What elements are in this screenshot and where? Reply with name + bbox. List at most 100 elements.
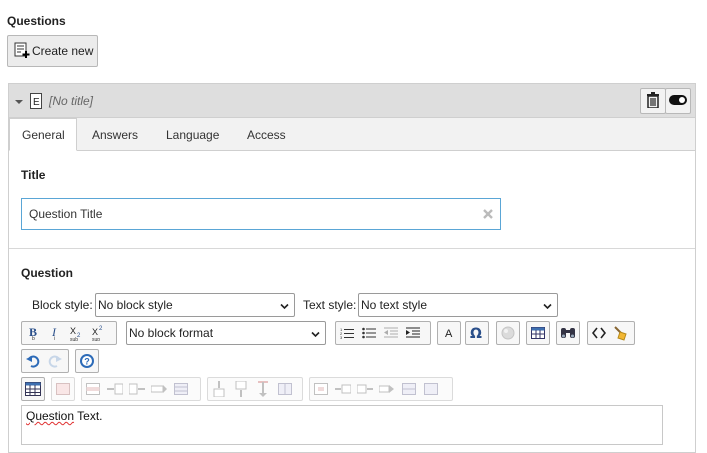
merge-cell-button[interactable] bbox=[420, 378, 442, 400]
unordered-list-icon bbox=[362, 326, 376, 340]
find-replace-icon bbox=[560, 326, 576, 340]
bold-icon: Bb bbox=[26, 325, 40, 341]
create-new-icon bbox=[14, 42, 30, 61]
delete-row-button[interactable] bbox=[148, 378, 170, 400]
image-icon bbox=[501, 326, 515, 340]
delete-col-icon bbox=[257, 381, 269, 397]
toggle-button[interactable] bbox=[665, 88, 691, 114]
chevron-down-icon bbox=[543, 300, 552, 310]
indent-button[interactable] bbox=[402, 322, 424, 344]
insert-col-after-icon bbox=[235, 381, 247, 397]
collapse-caret-icon[interactable] bbox=[14, 96, 24, 110]
undo-button[interactable] bbox=[22, 350, 44, 372]
unordered-list-button[interactable] bbox=[358, 322, 380, 344]
tab-general[interactable]: General bbox=[9, 118, 77, 151]
svg-text:X: X bbox=[70, 326, 76, 336]
help-button[interactable]: ? bbox=[76, 350, 98, 372]
delete-row-icon bbox=[151, 383, 167, 395]
delete-cell-button[interactable] bbox=[376, 378, 398, 400]
editor-text-rest: Text. bbox=[74, 409, 103, 423]
tab-access[interactable]: Access bbox=[247, 118, 286, 151]
special-char-button[interactable]: Ω bbox=[466, 322, 488, 344]
table-properties-button[interactable] bbox=[52, 378, 74, 400]
outdent-button[interactable] bbox=[380, 322, 402, 344]
insert-cell-before-icon bbox=[335, 383, 351, 395]
block-style-value: No block style bbox=[98, 298, 173, 312]
image-group bbox=[496, 321, 520, 345]
section-divider bbox=[9, 248, 695, 249]
superscript-button[interactable]: X 2 sup bbox=[88, 322, 110, 344]
insert-row-before-button[interactable] bbox=[104, 378, 126, 400]
split-cells-button[interactable] bbox=[170, 378, 192, 400]
tab-language[interactable]: Language bbox=[166, 118, 219, 151]
bold-button[interactable]: Bb bbox=[22, 322, 44, 344]
split-cell-button[interactable] bbox=[398, 378, 420, 400]
chevron-down-icon bbox=[311, 328, 320, 338]
question-editor[interactable]: Question Text. bbox=[21, 405, 663, 445]
text-color-button[interactable]: A bbox=[438, 322, 460, 344]
title-input[interactable]: Question Title bbox=[21, 198, 501, 230]
delete-col-button[interactable] bbox=[252, 378, 274, 400]
create-new-label: Create new bbox=[32, 44, 94, 58]
element-type-icon: E bbox=[30, 93, 42, 112]
subscript-button[interactable]: X 2 sub bbox=[66, 322, 88, 344]
redo-button[interactable] bbox=[44, 350, 66, 372]
special-char-group: Ω bbox=[465, 321, 489, 345]
text-color-group: A bbox=[437, 321, 461, 345]
text-style-value: No text style bbox=[361, 298, 428, 312]
create-new-button[interactable]: Create new bbox=[7, 35, 98, 67]
insert-col-before-button[interactable] bbox=[208, 378, 230, 400]
image-button[interactable] bbox=[497, 322, 519, 344]
insert-cell-after-button[interactable] bbox=[354, 378, 376, 400]
ordered-list-icon: 123 bbox=[340, 326, 354, 340]
text-style-select[interactable]: No text style bbox=[358, 293, 558, 317]
block-format-select[interactable]: No block format bbox=[126, 321, 326, 345]
help-group: ? bbox=[75, 349, 99, 373]
trash-icon bbox=[646, 91, 660, 111]
insert-row-after-button[interactable] bbox=[126, 378, 148, 400]
find-replace-button[interactable] bbox=[557, 322, 579, 344]
outdent-icon bbox=[384, 326, 398, 340]
cleanup-button[interactable] bbox=[610, 322, 632, 344]
tab-answers[interactable]: Answers bbox=[92, 118, 138, 151]
svg-text:i: i bbox=[54, 336, 55, 341]
table-icon bbox=[531, 327, 545, 339]
question-section-label: Question bbox=[21, 266, 74, 280]
insert-table-button[interactable] bbox=[22, 378, 44, 400]
svg-text:X: X bbox=[92, 327, 98, 337]
chevron-down-icon bbox=[280, 300, 289, 310]
editor-content: Question Text. bbox=[26, 409, 103, 423]
history-toolbar bbox=[21, 349, 69, 373]
special-char-icon: Ω bbox=[470, 326, 484, 340]
question-panel-header[interactable] bbox=[8, 83, 696, 118]
insert-cell-after-icon bbox=[357, 383, 373, 395]
block-format-value: No block format bbox=[129, 326, 214, 340]
merge-cells-button[interactable] bbox=[274, 378, 296, 400]
svg-text:Ω: Ω bbox=[470, 326, 482, 340]
insert-col-after-button[interactable] bbox=[230, 378, 252, 400]
find-group bbox=[556, 321, 580, 345]
code-button[interactable] bbox=[588, 322, 610, 344]
row-properties-button[interactable] bbox=[82, 378, 104, 400]
delete-button[interactable] bbox=[640, 88, 666, 114]
redo-icon bbox=[48, 354, 62, 368]
ordered-list-button[interactable]: 123 bbox=[336, 322, 358, 344]
column-toolbar bbox=[207, 377, 303, 401]
table-button[interactable] bbox=[527, 322, 549, 344]
italic-button[interactable]: Ii bbox=[44, 322, 66, 344]
clear-icon[interactable] bbox=[483, 208, 493, 222]
cell-properties-icon bbox=[314, 383, 328, 395]
toggle-icon bbox=[669, 94, 687, 108]
svg-text:A: A bbox=[445, 328, 453, 340]
table-icon bbox=[25, 382, 41, 396]
insert-cell-before-button[interactable] bbox=[332, 378, 354, 400]
help-icon: ? bbox=[79, 353, 95, 369]
code-icon bbox=[592, 327, 606, 339]
block-style-label: Block style: bbox=[32, 298, 93, 312]
code-group bbox=[587, 321, 635, 345]
insert-table-group bbox=[21, 377, 45, 401]
cell-properties-button[interactable] bbox=[310, 378, 332, 400]
table-props-group bbox=[51, 377, 75, 401]
indent-icon bbox=[406, 326, 420, 340]
block-style-select[interactable]: No block style bbox=[95, 293, 295, 317]
